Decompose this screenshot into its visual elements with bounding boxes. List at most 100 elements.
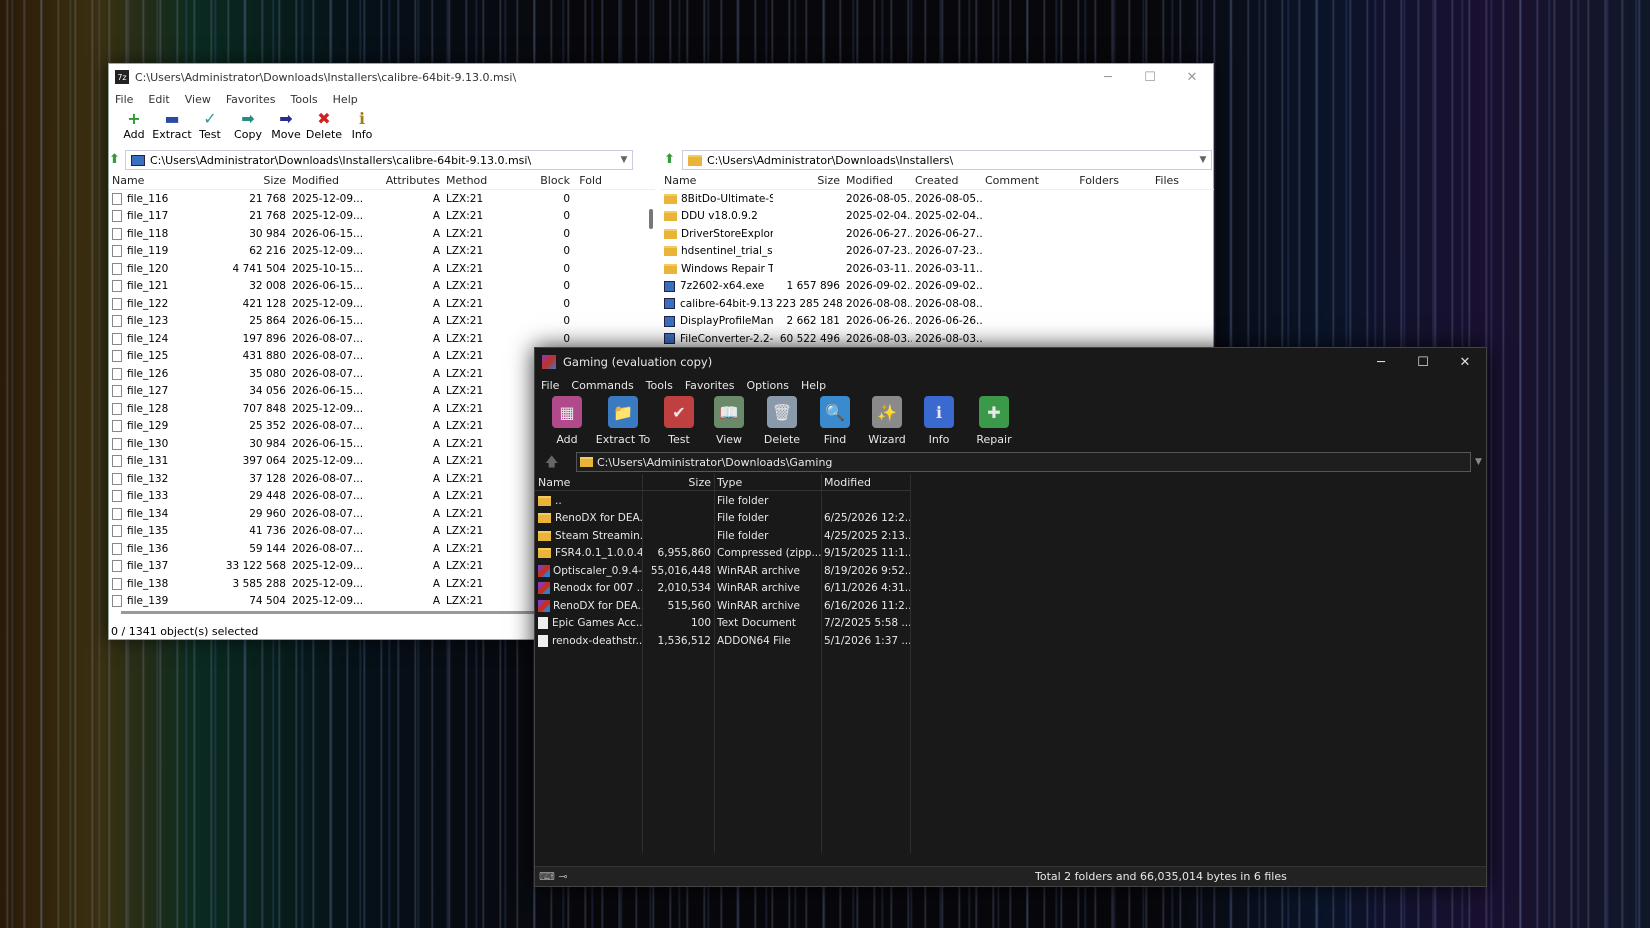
list-item[interactable]: RenoDX for DEA... 515,560 WinRAR archive 6/… (535, 597, 910, 615)
left-path-bar[interactable]: C:\Users\Administrator\Downloads\Install… (125, 150, 633, 170)
table-row[interactable]: DDU v18.0.9.2 2025-02-04... 2025-02-04... (661, 208, 1214, 226)
column-header-modified[interactable]: Modified (843, 174, 912, 187)
up-folder-icon[interactable]: 🡅 (545, 453, 558, 475)
menu-help[interactable]: Help (801, 379, 826, 392)
left-up-folder-icon[interactable]: ⬆ (109, 152, 123, 168)
column-header-modified[interactable]: Modified (289, 174, 377, 187)
table-row[interactable]: 8BitDo-Ultimate-S... 2026-08-05...2026-08… (661, 190, 1214, 208)
column-header-created[interactable]: Created (912, 174, 982, 187)
table-row[interactable]: FileConverter-2.2-... 60 522 496 2026-08-0… (661, 330, 1214, 348)
menu-favorites[interactable]: Favorites (685, 379, 735, 392)
test-button[interactable]: ✓ Test (191, 109, 229, 149)
sevenzip-titlebar[interactable]: 7z C:\Users\Administrator\Downloads\Inst… (109, 64, 1213, 90)
minimize-icon[interactable]: ─ (1087, 70, 1129, 85)
table-row[interactable]: file_117 21 768 2025-12-09... A LZX:21 0 (109, 208, 655, 226)
column-header-folders[interactable]: Folders (1052, 174, 1122, 187)
menu-tools[interactable]: Tools (291, 93, 318, 106)
extract-button[interactable]: ▬ Extract (152, 109, 191, 149)
file-icon (112, 437, 122, 450)
menu-file[interactable]: File (115, 93, 133, 106)
add-button[interactable]: ▦ Add (545, 396, 589, 450)
table-row[interactable]: file_116 21 768 2025-12-09... A LZX:21 0 (109, 190, 655, 208)
table-row[interactable]: file_119 62 216 2025-12-09... A LZX:21 0 (109, 243, 655, 261)
list-item[interactable]: FSR4.0.1_1.0.0.40... 6,955,860 Compressed … (535, 545, 910, 563)
winrar-titlebar[interactable]: Gaming (evaluation copy) ─ ☐ ✕ (535, 348, 1486, 376)
extract-to-button[interactable]: 📁 Extract To (595, 396, 651, 450)
table-row[interactable]: file_118 30 984 2026-06-15... A LZX:21 0 (109, 225, 655, 243)
left-vertical-scrollbar[interactable] (649, 209, 653, 229)
copy-button[interactable]: ➡ Copy (229, 109, 267, 149)
column-header-name[interactable]: Name (109, 174, 219, 187)
info-button[interactable]: ℹ Info (917, 396, 961, 450)
list-item[interactable]: Renodx for 007 ... 2,010,534 WinRAR archiv… (535, 580, 910, 598)
close-icon[interactable]: ✕ (1444, 355, 1486, 370)
column-header-size[interactable]: Size (773, 174, 843, 187)
menu-view[interactable]: View (185, 93, 211, 106)
left-horizontal-scrollbar[interactable] (121, 611, 571, 614)
table-row[interactable]: calibre-64bit-9.13....223 285 2482026-08… (661, 295, 1214, 313)
file-name: Optiscaler_0.9.4-... (553, 564, 642, 577)
menu-commands[interactable]: Commands (571, 379, 633, 392)
menu-edit[interactable]: Edit (148, 93, 169, 106)
table-row[interactable]: 7z2602-x64.exe 1 657 896 2026-09-02... 2026… (661, 278, 1214, 296)
table-row[interactable]: file_124 197 896 2026-08-07... A LZX:21 0 (109, 330, 655, 348)
table-row[interactable]: Windows Repair T... 2026-03-11...2026-03-… (661, 260, 1214, 278)
delete-button[interactable]: ✖ Delete (305, 109, 343, 149)
table-row[interactable]: file_122 421 128 2025-12-09... A LZX:21 0 (109, 295, 655, 313)
list-item[interactable]: renodx-deathstr... 1,536,512 ADDON64 File 5… (535, 632, 910, 650)
wizard-button[interactable]: ✨ Wizard (863, 396, 911, 450)
column-header-files[interactable]: Files (1122, 174, 1182, 187)
list-item[interactable]: Optiscaler_0.9.4-... 55,016,448 WinRAR arc… (535, 562, 910, 580)
column-header-comment[interactable]: Comment (982, 174, 1052, 187)
column-header-name[interactable]: Name (535, 476, 642, 489)
column-header-attributes[interactable]: Attributes (377, 174, 443, 187)
column-header-block[interactable]: Block (503, 174, 573, 187)
maximize-icon[interactable]: ☐ (1402, 355, 1444, 370)
document-icon (538, 617, 548, 630)
column-header-modified[interactable]: Modified (821, 476, 910, 489)
table-row[interactable]: DriverStoreExplor... 2026-06-27...2026-06… (661, 225, 1214, 243)
chevron-down-icon[interactable]: ▼ (1195, 155, 1211, 165)
list-item[interactable]: Steam Streamin... File folder 4/25/2025 2:… (535, 527, 910, 545)
column-header-method[interactable]: Method (443, 174, 503, 187)
winrar-path-bar[interactable]: C:\Users\Administrator\Downloads\Gaming (576, 452, 1471, 472)
chevron-down-icon[interactable]: ▼ (1471, 452, 1486, 472)
info-button[interactable]: ℹ Info (343, 109, 381, 149)
column-header-size[interactable]: Size (642, 476, 714, 489)
table-row[interactable]: file_123 25 864 2026-06-15... A LZX:21 0 (109, 313, 655, 331)
menu-file[interactable]: File (541, 379, 559, 392)
add-button[interactable]: + Add (115, 109, 153, 149)
menu-options[interactable]: Options (747, 379, 789, 392)
minimize-icon[interactable]: ─ (1360, 355, 1402, 370)
chevron-down-icon[interactable]: ▼ (616, 155, 632, 165)
right-up-folder-icon[interactable]: ⬆ (664, 152, 678, 168)
view-button[interactable]: 📖 View (707, 396, 751, 450)
list-item[interactable]: Epic Games Acc... 100 Text Document 7/2/202… (535, 615, 910, 633)
list-item[interactable]: RenoDX for DEA... File folder 6/25/2026 12… (535, 510, 910, 528)
table-row[interactable]: file_120 4 741 504 2025-10-15... A LZX:21 0 (109, 260, 655, 278)
table-cell: 7/2/2025 5:58 ... (824, 617, 910, 630)
right-path-bar[interactable]: C:\Users\Administrator\Downloads\Install… (682, 150, 1212, 170)
table-cell: A (432, 437, 440, 450)
table-row[interactable]: file_121 32 008 2026-06-15... A LZX:21 0 (109, 278, 655, 296)
move-button[interactable]: ➡ Move (267, 109, 305, 149)
table-row[interactable]: DisplayProfileMan... 2 662 181 2026-06-26.… (661, 313, 1214, 331)
table-row[interactable]: hdsentinel_trial_se... 2026-07-23...2026-… (661, 243, 1214, 261)
column-header-size[interactable]: Size (219, 174, 289, 187)
repair-button[interactable]: ✚ Repair (967, 396, 1021, 450)
close-icon[interactable]: ✕ (1171, 70, 1213, 85)
installer-file-icon (664, 298, 675, 310)
test-button[interactable]: ✔ Test (657, 396, 701, 450)
menu-help[interactable]: Help (333, 93, 358, 106)
menu-favorites[interactable]: Favorites (226, 93, 276, 106)
menu-tools[interactable]: Tools (646, 379, 673, 392)
keyboard-lock-icon[interactable]: ⌨ ⊸ (535, 870, 575, 883)
delete-button[interactable]: 🗑 Delete (757, 396, 807, 450)
column-header-fold[interactable]: Fold (573, 174, 605, 187)
file-name: file_133 (127, 490, 169, 503)
maximize-icon[interactable]: ☐ (1129, 70, 1171, 85)
list-item[interactable]: .. File folder (535, 492, 910, 510)
column-header-type[interactable]: Type (714, 476, 821, 489)
find-button[interactable]: 🔍 Find (813, 396, 857, 450)
column-header-name[interactable]: Name (661, 174, 773, 187)
